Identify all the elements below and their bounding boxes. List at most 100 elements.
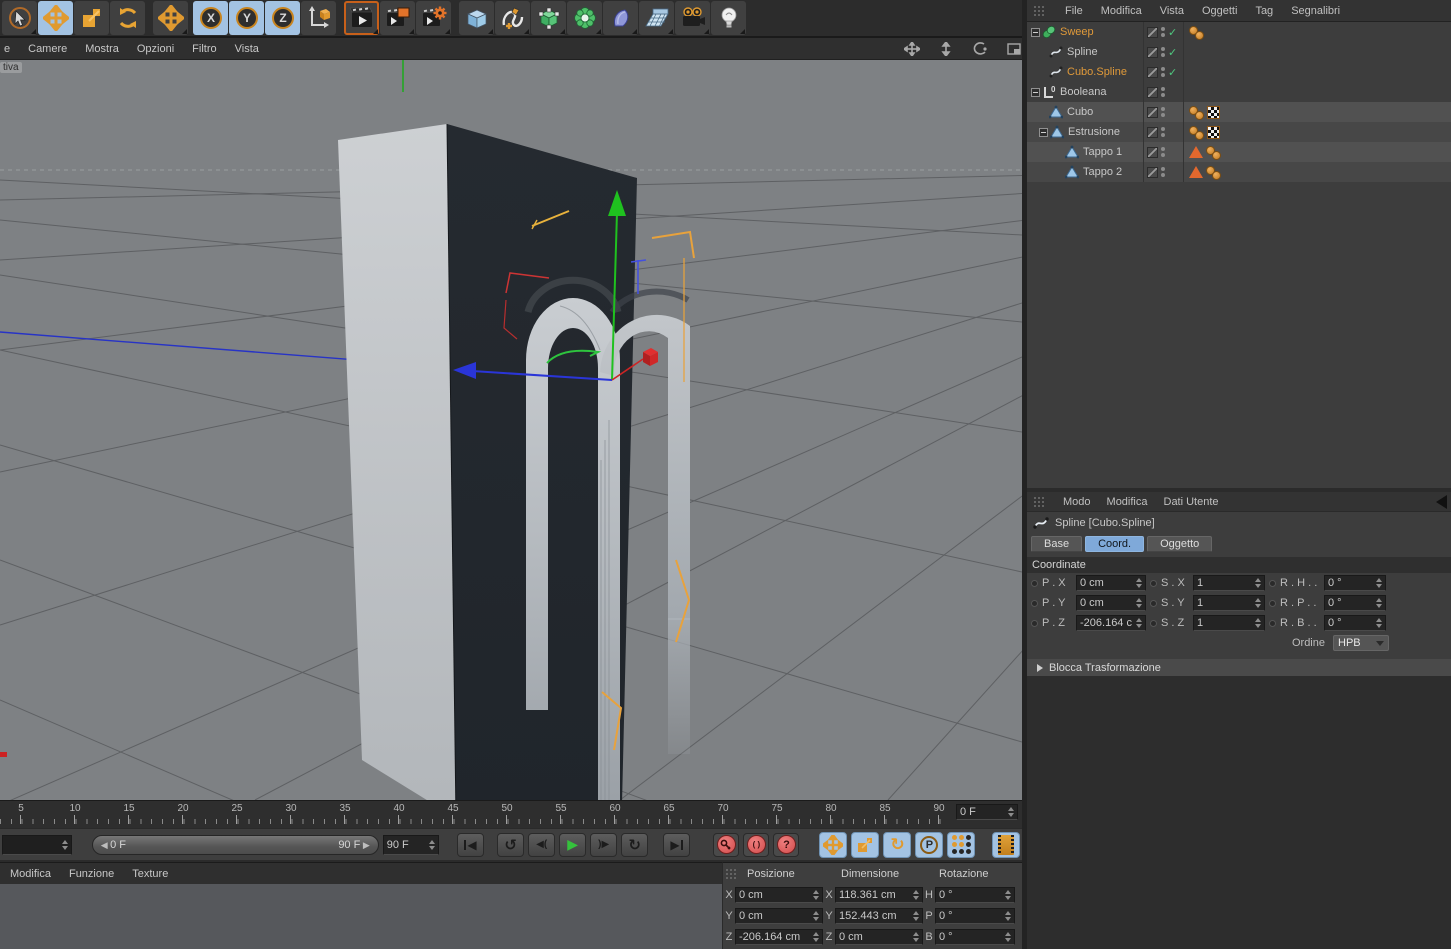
anim-dot[interactable] — [1031, 599, 1038, 607]
box-side-face[interactable] — [338, 124, 456, 800]
tab-coord[interactable]: Coord. — [1085, 536, 1145, 552]
end-frame-field[interactable]: 90 F — [382, 834, 439, 855]
visibility-dots[interactable] — [1161, 67, 1165, 77]
viewport-canvas[interactable] — [0, 60, 1022, 800]
menu-mostra[interactable]: Mostra — [85, 43, 119, 55]
layer-toggle[interactable] — [1147, 166, 1158, 178]
spinner[interactable] — [1136, 618, 1142, 628]
spinner[interactable] — [1255, 578, 1261, 588]
spinner[interactable] — [1376, 578, 1382, 588]
enabled-check-icon[interactable]: ✓ — [1168, 46, 1177, 59]
key-rotation-icon[interactable]: ↻ — [883, 831, 912, 858]
menu-dati-utente[interactable]: Dati Utente — [1164, 496, 1219, 508]
collapse-icon[interactable] — [1031, 27, 1040, 37]
object-row-cubo[interactable]: Cubo — [1027, 102, 1451, 122]
rb-field[interactable]: 0 ° — [1324, 615, 1386, 631]
phong-tag-icon[interactable] — [1206, 145, 1221, 160]
caps-tag-icon[interactable] — [1189, 166, 1203, 178]
object-label[interactable]: Cubo — [1067, 106, 1093, 118]
current-frame-field[interactable]: 0 F — [956, 804, 1018, 820]
key-position-icon[interactable] — [819, 831, 848, 858]
sx-field[interactable]: 1 — [1193, 575, 1265, 591]
phong-tag-icon[interactable] — [1206, 165, 1221, 180]
play-forward-icon[interactable]: ↻ — [621, 832, 649, 857]
pz-field[interactable]: -206.164 c — [1076, 615, 1146, 631]
coordinate-section-header[interactable]: Coordinate — [1027, 557, 1451, 573]
visibility-dots[interactable] — [1161, 107, 1165, 117]
sz-field[interactable]: 1 — [1193, 615, 1265, 631]
visibility-dots[interactable] — [1161, 147, 1165, 157]
menu-segnalibri[interactable]: Segnalibri — [1291, 5, 1340, 17]
phong-tag-icon[interactable] — [1189, 25, 1204, 40]
primitive-cube-icon[interactable] — [459, 1, 494, 35]
visibility-dots[interactable] — [1161, 127, 1165, 137]
spinner[interactable] — [1376, 618, 1382, 628]
layer-toggle[interactable] — [1147, 126, 1158, 138]
autokey-icon[interactable]: ( ) — [743, 832, 770, 857]
visibility-dots[interactable] — [1161, 47, 1165, 57]
spinner[interactable] — [428, 839, 435, 850]
panel-grip-icon[interactable] — [1033, 4, 1045, 17]
menu-texture[interactable]: Texture — [132, 868, 168, 880]
menu-opzioni[interactable]: Opzioni — [137, 43, 174, 55]
object-label[interactable]: Cubo.Spline — [1067, 66, 1127, 78]
menu-modifica[interactable]: Modifica — [1107, 496, 1148, 508]
object-label[interactable]: Spline — [1067, 46, 1098, 58]
zoom-view-icon[interactable] — [938, 41, 954, 56]
goto-start-icon[interactable]: ◀ — [457, 832, 485, 857]
anim-dot[interactable] — [1269, 599, 1276, 607]
timeline-ruler[interactable]: 5 10 15 20 25 30 35 40 45 50 55 60 65 70… — [0, 800, 1022, 828]
enabled-check-icon[interactable]: ✓ — [1168, 26, 1177, 39]
menu-modo[interactable]: Modo — [1063, 496, 1091, 508]
render-view-icon[interactable] — [344, 1, 379, 35]
spinner[interactable] — [1008, 807, 1014, 817]
panel-grip-icon[interactable] — [725, 868, 737, 880]
axis-x-icon[interactable]: X — [193, 1, 228, 35]
frame-offset-field[interactable] — [2, 834, 72, 855]
object-row-cubo-spline[interactable]: Cubo.Spline ✓ — [1027, 62, 1451, 82]
anim-dot[interactable] — [1150, 579, 1157, 587]
key-scale-icon[interactable] — [851, 831, 880, 858]
make-editable-icon[interactable] — [531, 1, 566, 35]
axis-z-icon[interactable]: Z — [265, 1, 300, 35]
pos-y-field[interactable]: 0 cm — [735, 907, 823, 924]
history-back-icon[interactable] — [1436, 494, 1447, 509]
goto-end-icon[interactable]: ▶ — [663, 832, 691, 857]
visibility-dots[interactable] — [1161, 167, 1165, 177]
object-row-tappo2[interactable]: Tappo 2 — [1027, 162, 1451, 182]
deformer-icon[interactable] — [603, 1, 638, 35]
generator-icon[interactable] — [567, 1, 602, 35]
coord-system-icon[interactable] — [301, 1, 336, 35]
dim-x-field[interactable]: 118.361 cm — [835, 886, 923, 903]
spinner[interactable] — [1136, 578, 1142, 588]
pos-x-field[interactable]: 0 cm — [735, 886, 823, 903]
rp-field[interactable]: 0 ° — [1324, 595, 1386, 611]
spinner[interactable] — [61, 839, 68, 850]
layer-toggle[interactable] — [1147, 46, 1158, 58]
rot-b-field[interactable]: 0 ° — [935, 928, 1015, 945]
anim-dot[interactable] — [1150, 619, 1157, 627]
menu-vista[interactable]: Vista — [235, 43, 259, 55]
move-icon[interactable] — [38, 1, 73, 35]
dim-z-field[interactable]: 0 cm — [835, 928, 923, 945]
spinner[interactable] — [1255, 598, 1261, 608]
axis-y-icon[interactable]: Y — [229, 1, 264, 35]
menu-file[interactable]: File — [1065, 5, 1083, 17]
object-label[interactable]: Tappo 1 — [1083, 146, 1122, 158]
layer-toggle[interactable] — [1147, 86, 1158, 98]
menu-modifica-cut[interactable]: e — [4, 43, 10, 55]
spinner[interactable] — [1136, 598, 1142, 608]
timeline-window-icon[interactable] — [992, 831, 1020, 858]
menu-tag[interactable]: Tag — [1255, 5, 1273, 17]
anim-dot[interactable] — [1269, 579, 1276, 587]
light-icon[interactable] — [711, 1, 746, 35]
px-field[interactable]: 0 cm — [1076, 575, 1146, 591]
environment-icon[interactable] — [639, 1, 674, 35]
play-backward-icon[interactable]: ↺ — [497, 832, 525, 857]
help-record-icon[interactable]: ? — [773, 832, 800, 857]
menu-vista[interactable]: Vista — [1160, 5, 1184, 17]
layer-toggle[interactable] — [1147, 106, 1158, 118]
rotate-icon[interactable] — [110, 1, 145, 35]
object-row-spline[interactable]: Spline ✓ — [1027, 42, 1451, 62]
next-key-icon[interactable]: )▶ — [590, 832, 618, 857]
